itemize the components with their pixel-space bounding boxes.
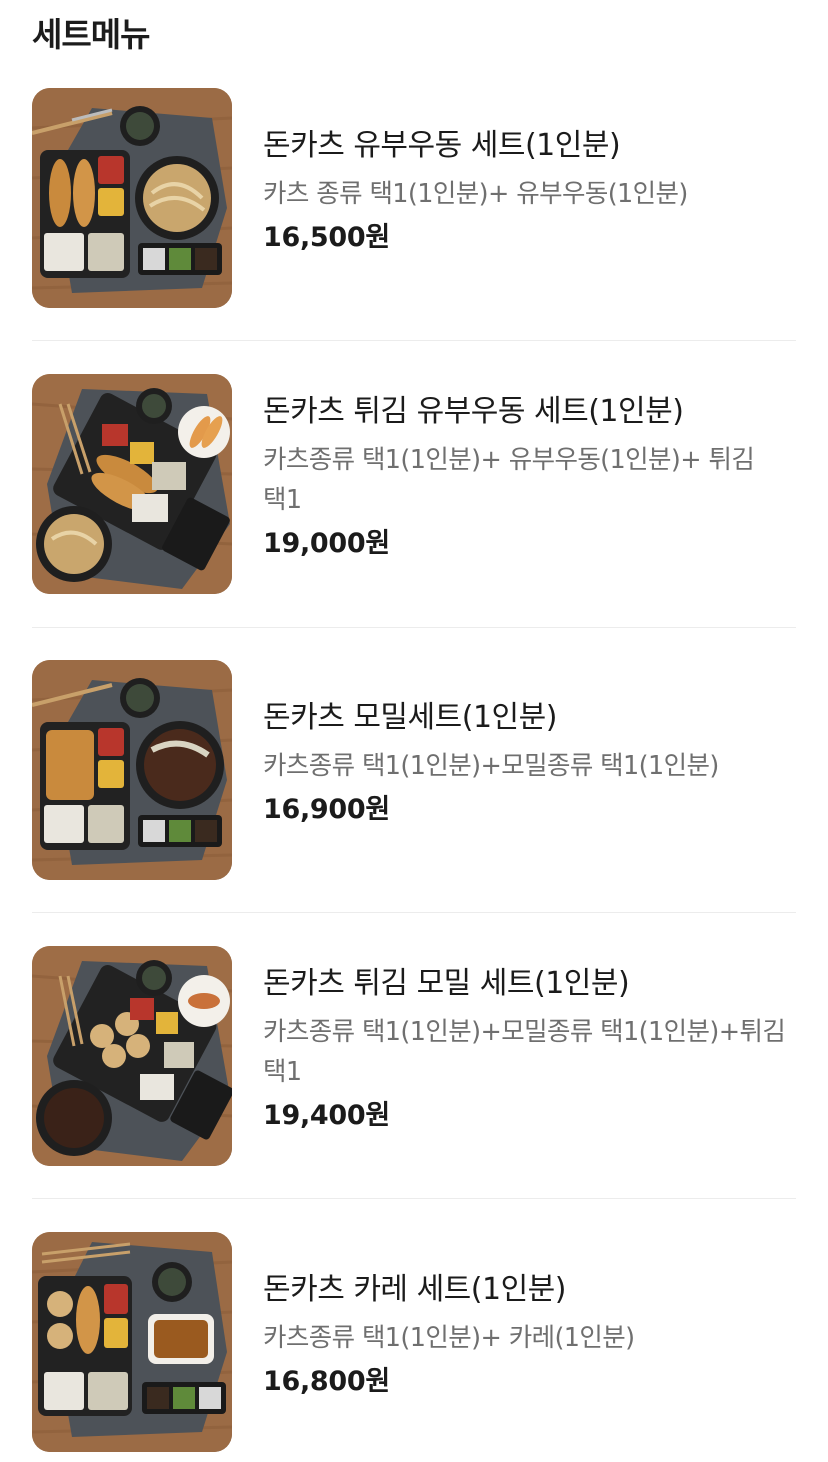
menu-item-price: 19,000원 xyxy=(263,528,390,559)
divider xyxy=(32,912,796,913)
menu-item-info: 돈카츠 튀김 유부우동 세트(1인분) 카츠종류 택1(1인분)+ 유부우동(1… xyxy=(263,392,795,564)
section-title: 세트메뉴 xyxy=(32,15,150,54)
menu-item-name: 돈카츠 유부우동 세트(1인분) xyxy=(263,128,621,163)
divider xyxy=(32,1198,796,1199)
menu-item-price: 19,400원 xyxy=(263,1100,390,1131)
menu-item-description: 카츠종류 택1(1인분)+모밀종류 택1(1인분) xyxy=(263,751,719,781)
menu-item[interactable]: 돈카츠 모밀세트(1인분) 카츠종류 택1(1인분)+모밀종류 택1(1인분) … xyxy=(32,660,796,880)
divider xyxy=(32,627,796,628)
menu-item-price: 16,800원 xyxy=(263,1366,390,1397)
menu-item[interactable]: 돈카츠 튀김 모밀 세트(1인분) 카츠종류 택1(1인분)+모밀종류 택1(1… xyxy=(32,946,796,1166)
menu-item-info: 돈카츠 튀김 모밀 세트(1인분) 카츠종류 택1(1인분)+모밀종류 택1(1… xyxy=(263,964,795,1136)
menu-item[interactable]: 돈카츠 튀김 유부우동 세트(1인분) 카츠종류 택1(1인분)+ 유부우동(1… xyxy=(32,374,796,594)
menu-item-photo[interactable] xyxy=(32,660,232,880)
menu-item-description: 카츠종류 택1(1인분)+ 유부우동(1인분)+ 튀김 택1 xyxy=(263,445,755,515)
menu-item-photo[interactable] xyxy=(32,88,232,308)
menu-item-description: 카츠종류 택1(1인분)+모밀종류 택1(1인분)+튀김 택1 xyxy=(263,1017,786,1087)
menu-item-photo[interactable] xyxy=(32,946,232,1166)
menu-item-photo[interactable] xyxy=(32,374,232,594)
menu-item[interactable]: 돈카츠 카레 세트(1인분) 카츠종류 택1(1인분)+ 카레(1인분) 16,… xyxy=(32,1232,796,1452)
divider xyxy=(32,340,796,341)
menu-item-info: 돈카츠 카레 세트(1인분) 카츠종류 택1(1인분)+ 카레(1인분) 16,… xyxy=(263,1270,795,1402)
menu-item-price: 16,500원 xyxy=(263,222,390,253)
menu-item-description: 카츠 종류 택1(1인분)+ 유부우동(1인분) xyxy=(263,179,688,209)
menu-item-description: 카츠종류 택1(1인분)+ 카레(1인분) xyxy=(263,1323,635,1353)
menu-item-name: 돈카츠 모밀세트(1인분) xyxy=(263,700,557,735)
menu-item-price: 16,900원 xyxy=(263,794,390,825)
menu-item[interactable]: 돈카츠 유부우동 세트(1인분) 카츠 종류 택1(1인분)+ 유부우동(1인분… xyxy=(32,88,796,308)
menu-item-info: 돈카츠 유부우동 세트(1인분) 카츠 종류 택1(1인분)+ 유부우동(1인분… xyxy=(263,126,795,258)
menu-item-name: 돈카츠 카레 세트(1인분) xyxy=(263,1272,566,1307)
menu-item-photo[interactable] xyxy=(32,1232,232,1452)
menu-item-name: 돈카츠 튀김 유부우동 세트(1인분) xyxy=(263,394,684,429)
menu-item-info: 돈카츠 모밀세트(1인분) 카츠종류 택1(1인분)+모밀종류 택1(1인분) … xyxy=(263,698,795,830)
menu-item-name: 돈카츠 튀김 모밀 세트(1인분) xyxy=(263,966,630,1001)
